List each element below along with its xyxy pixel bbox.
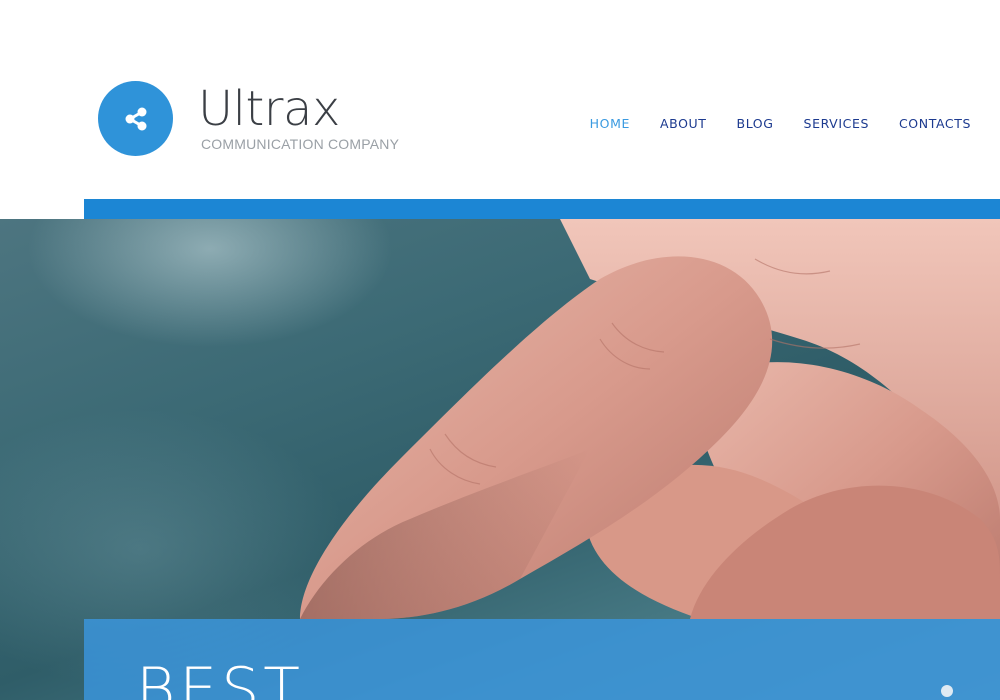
main-nav: HOME ABOUT BLOG SERVICES CONTACTS (590, 116, 971, 131)
logo-button[interactable] (98, 81, 173, 156)
nav-blog[interactable]: BLOG (737, 116, 774, 131)
hero-caption-box: BEST (84, 619, 1000, 700)
nav-about[interactable]: ABOUT (660, 116, 707, 131)
nav-services[interactable]: SERVICES (804, 116, 869, 131)
nav-home[interactable]: HOME (590, 116, 630, 131)
share-icon (121, 104, 151, 134)
page: Ultrax COMMUNICATION COMPANY HOME ABOUT … (0, 0, 1000, 700)
brand-tagline: COMMUNICATION COMPANY (201, 136, 400, 152)
site-header: Ultrax COMMUNICATION COMPANY HOME ABOUT … (0, 0, 1000, 200)
nav-contacts[interactable]: CONTACTS (899, 116, 971, 131)
hero-slider: BEST (0, 219, 1000, 700)
accent-band (84, 199, 1000, 219)
slider-dot[interactable] (941, 685, 953, 697)
hero-caption: BEST (136, 655, 304, 700)
brand-name[interactable]: Ultrax (198, 80, 340, 138)
